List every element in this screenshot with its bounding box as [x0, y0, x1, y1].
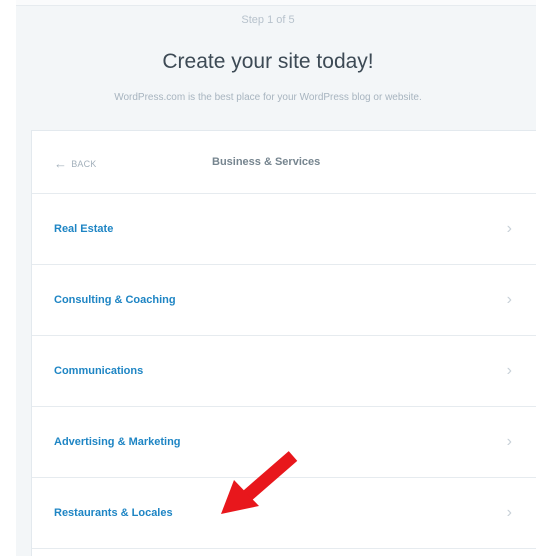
page-title: Create your site today!	[162, 50, 374, 73]
page-subtitle: WordPress.com is the best place for your…	[114, 92, 422, 103]
list-item-communications[interactable]: Communications ›	[32, 336, 536, 407]
category-card: ← BACK Business & Services Real Estate › …	[32, 131, 536, 556]
list-item-label: Consulting & Coaching	[54, 294, 176, 306]
chevron-right-icon: ›	[506, 362, 512, 379]
arrow-left-icon: ←	[54, 156, 68, 171]
list-item-label: Real Estate	[54, 223, 114, 235]
back-label: BACK	[71, 159, 97, 169]
page-top-edge	[0, 0, 536, 6]
card-header: ← BACK Business & Services	[32, 131, 536, 194]
list-item-consulting-coaching[interactable]: Consulting & Coaching ›	[32, 265, 536, 336]
chevron-right-icon: ›	[506, 504, 512, 521]
step-indicator: Step 1 of 5	[241, 14, 295, 26]
list-item-label: Advertising & Marketing	[54, 436, 181, 448]
list-item-real-estate[interactable]: Real Estate ›	[32, 194, 536, 265]
chevron-right-icon: ›	[506, 433, 512, 450]
chevron-right-icon: ›	[506, 291, 512, 308]
card-header-title: Business & Services	[212, 156, 321, 168]
list-item-advertising-marketing[interactable]: Advertising & Marketing ›	[32, 407, 536, 478]
chevron-right-icon: ›	[506, 220, 512, 237]
page-left-edge	[0, 0, 16, 556]
back-button[interactable]: ← BACK	[54, 156, 97, 171]
list-item-label: Communications	[54, 365, 144, 377]
list-item-restaurants-locales[interactable]: Restaurants & Locales ›	[32, 478, 536, 549]
list-item-label: Restaurants & Locales	[54, 507, 173, 519]
